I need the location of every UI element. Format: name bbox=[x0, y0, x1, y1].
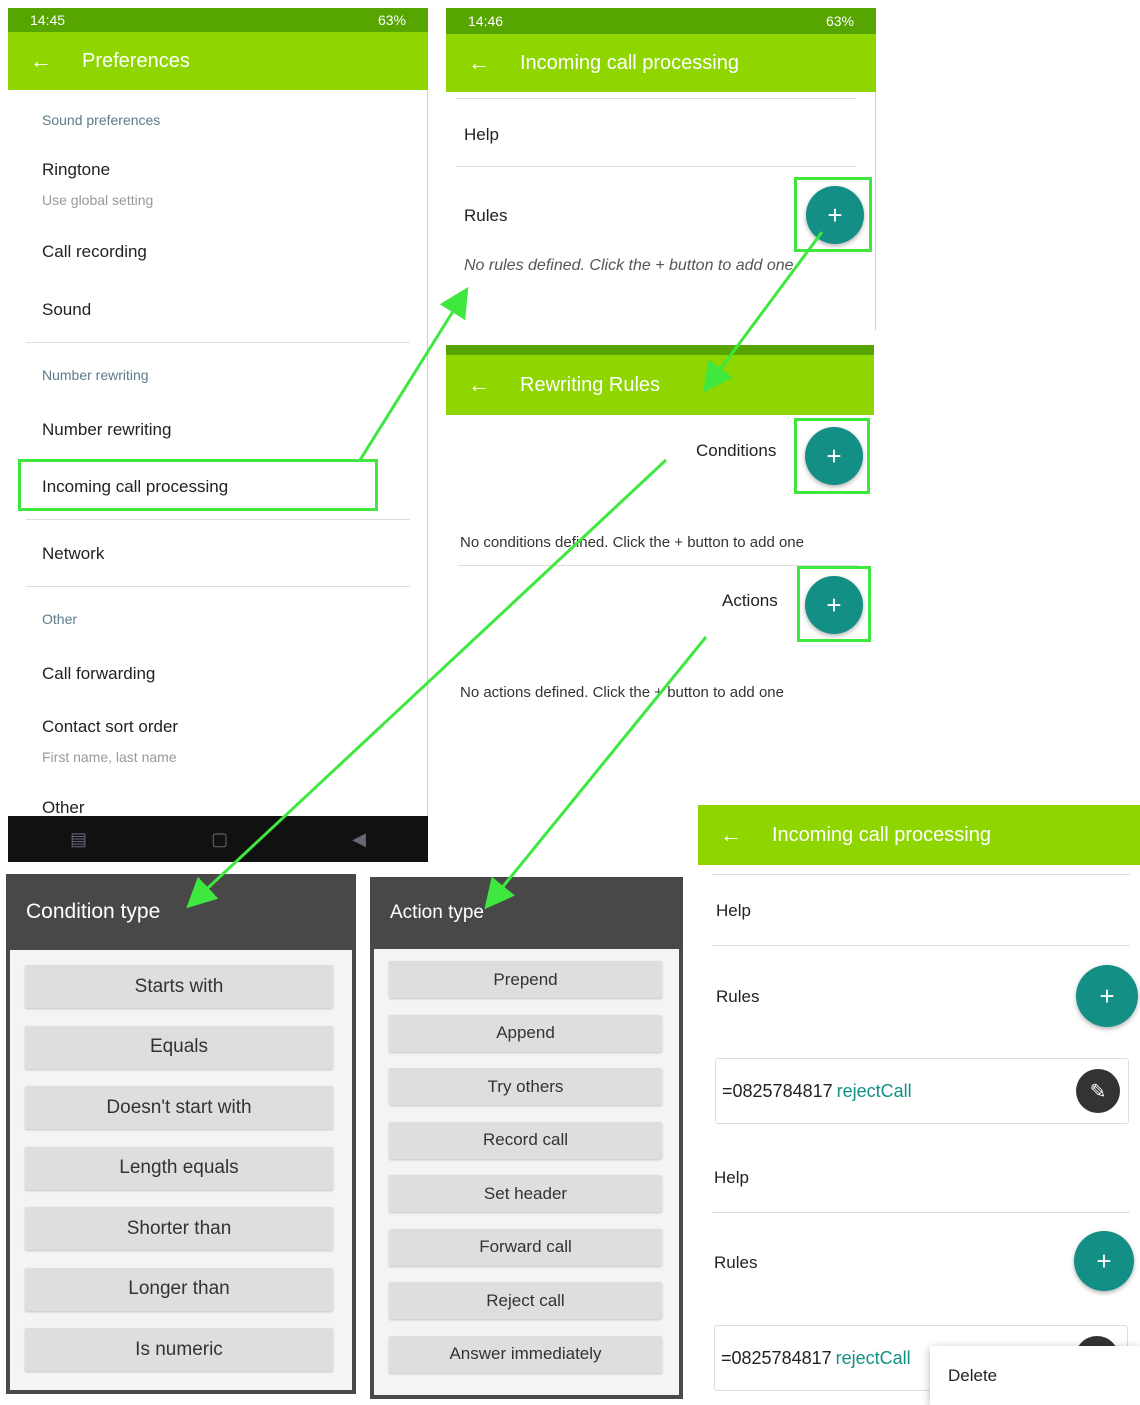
add-rule-button[interactable]: + bbox=[1074, 1231, 1134, 1291]
page-title: Rewriting Rules bbox=[520, 373, 661, 396]
condition-option-button[interactable]: Is numeric bbox=[25, 1328, 333, 1371]
home-icon[interactable]: ▢ bbox=[211, 829, 228, 850]
back-arrow-icon[interactable]: ← bbox=[30, 48, 60, 74]
divider bbox=[26, 519, 410, 520]
condition-option-button[interactable]: Length equals bbox=[25, 1146, 333, 1190]
pref-item-network[interactable]: Network bbox=[42, 544, 104, 564]
pref-item-number-rewriting[interactable]: Number rewriting bbox=[42, 420, 171, 440]
recents-icon[interactable]: ▤ bbox=[70, 829, 87, 850]
rule-number: =0825784817 bbox=[721, 1347, 832, 1368]
divider bbox=[712, 945, 1130, 946]
pref-item-call-recording[interactable]: Call recording bbox=[42, 242, 147, 262]
page-title: Incoming call processing bbox=[772, 823, 991, 846]
back-nav-icon[interactable]: ◀ bbox=[352, 829, 366, 850]
divider bbox=[456, 166, 856, 167]
condition-option-button[interactable]: Shorter than bbox=[25, 1207, 333, 1250]
action-option-button[interactable]: Prepend bbox=[389, 961, 662, 998]
edit-pencil-icon[interactable]: ✎ bbox=[1076, 1069, 1120, 1113]
pref-item-incoming-call-processing[interactable]: Incoming call processing bbox=[42, 477, 228, 497]
app-bar: ← Preferences bbox=[8, 32, 428, 90]
context-menu: Delete bbox=[930, 1346, 1140, 1405]
condition-option-button[interactable]: Starts with bbox=[25, 965, 333, 1008]
help-item[interactable]: Help bbox=[464, 125, 499, 145]
incoming-call-screen: 14:46 63% ← Incoming call processing Hel… bbox=[446, 8, 876, 330]
dialog-title: Action type bbox=[370, 877, 683, 949]
action-option-button[interactable]: Answer immediately bbox=[389, 1335, 662, 1373]
pref-item-sound[interactable]: Sound bbox=[42, 300, 91, 320]
help-item[interactable]: Help bbox=[716, 901, 751, 921]
condition-option-button[interactable]: Longer than bbox=[25, 1267, 333, 1311]
back-arrow-icon[interactable]: ← bbox=[468, 372, 498, 398]
empty-actions-message: No actions defined. Click the + button t… bbox=[460, 684, 784, 701]
pref-item-summary: First name, last name bbox=[42, 749, 177, 765]
action-type-dialog: Action type Prepend Append Try others Recor… bbox=[370, 877, 683, 1399]
status-time: 14:45 bbox=[30, 12, 66, 28]
preferences-screen: 14:45 63% ← Preferences Sound preference… bbox=[8, 8, 428, 862]
pref-item-other[interactable]: Other bbox=[42, 798, 85, 818]
action-option-button[interactable]: Append bbox=[389, 1014, 662, 1052]
nav-bar: ▤ ▢ ◀ bbox=[8, 816, 428, 862]
help-item[interactable]: Help bbox=[714, 1168, 749, 1188]
action-option-button[interactable]: Try others bbox=[389, 1068, 662, 1105]
conditions-label: Conditions bbox=[696, 441, 777, 460]
status-bar: 14:45 63% bbox=[8, 8, 428, 32]
add-action-button[interactable]: + bbox=[805, 576, 863, 634]
status-bar: 14:46 63% bbox=[446, 8, 876, 34]
rule-action: rejectCall bbox=[836, 1080, 912, 1101]
back-arrow-icon[interactable]: ← bbox=[468, 50, 498, 76]
pref-item-ringtone[interactable]: Ringtone Use global setting bbox=[42, 160, 402, 212]
page-title: Incoming call processing bbox=[520, 51, 739, 74]
action-option-button[interactable]: Reject call bbox=[389, 1282, 662, 1319]
divider bbox=[26, 586, 410, 587]
menu-item-delete[interactable]: Delete bbox=[948, 1366, 997, 1386]
app-bar: ← Incoming call processing bbox=[698, 805, 1140, 865]
status-battery: 63% bbox=[825, 13, 854, 29]
action-option-button[interactable]: Record call bbox=[389, 1121, 662, 1159]
divider bbox=[26, 342, 410, 343]
pref-item-label: Contact sort order bbox=[42, 717, 179, 736]
rules-label: Rules bbox=[716, 987, 760, 1006]
add-rule-button[interactable]: + bbox=[806, 186, 864, 244]
condition-type-dialog: Condition type Starts with Equals Doesn't … bbox=[6, 874, 356, 1394]
pref-item-call-forwarding[interactable]: Call forwarding bbox=[42, 664, 155, 684]
rule-number: =0825784817 bbox=[722, 1080, 833, 1101]
add-rule-button[interactable]: + bbox=[1076, 965, 1138, 1027]
pref-item-label: Ringtone bbox=[42, 160, 111, 179]
action-option-button[interactable]: Forward call bbox=[389, 1228, 662, 1266]
status-time: 14:46 bbox=[468, 13, 504, 29]
dialog-title: Condition type bbox=[6, 874, 356, 950]
rule-row[interactable]: =0825784817 rejectCall ✎ bbox=[715, 1058, 1129, 1124]
pref-item-summary: Use global setting bbox=[42, 192, 154, 208]
rewriting-rules-screen: ← Rewriting Rules Conditions + No condit… bbox=[446, 345, 874, 725]
divider bbox=[456, 98, 856, 99]
section-header-sound: Sound preferences bbox=[42, 112, 161, 128]
rules-label: Rules bbox=[464, 206, 508, 225]
pref-item-contact-sort-order[interactable]: Contact sort order First name, last name bbox=[42, 717, 402, 769]
empty-rules-message: No rules defined. Click the + button to … bbox=[464, 257, 794, 274]
actions-label: Actions bbox=[722, 591, 778, 610]
status-battery: 63% bbox=[377, 12, 406, 28]
app-bar: ← Rewriting Rules bbox=[446, 355, 874, 415]
rules-label: Rules bbox=[714, 1253, 758, 1272]
status-bar bbox=[446, 345, 874, 355]
add-condition-button[interactable]: + bbox=[805, 427, 863, 485]
app-bar: ← Incoming call processing bbox=[446, 34, 876, 92]
condition-option-button[interactable]: Doesn't start with bbox=[25, 1086, 333, 1129]
section-header-other: Other bbox=[42, 611, 78, 627]
divider bbox=[712, 874, 1130, 875]
divider bbox=[712, 1212, 1130, 1213]
action-option-button[interactable]: Set header bbox=[389, 1175, 662, 1212]
condition-option-button[interactable]: Equals bbox=[25, 1025, 333, 1069]
incoming-call-rules-screen: ← Incoming call processing Help Rules + … bbox=[698, 805, 1140, 1405]
empty-conditions-message: No conditions defined. Click the + butto… bbox=[460, 534, 804, 551]
back-arrow-icon[interactable]: ← bbox=[720, 822, 750, 848]
section-header-number: Number rewriting bbox=[42, 367, 149, 383]
rule-action: rejectCall bbox=[835, 1347, 911, 1368]
page-title: Preferences bbox=[82, 49, 190, 72]
